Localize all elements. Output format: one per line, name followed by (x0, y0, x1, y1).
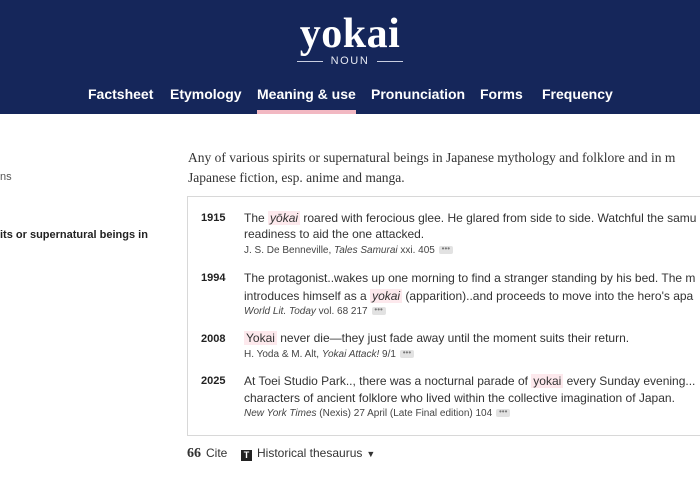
quotation-text: Yokai never die—they just fade away unti… (244, 330, 700, 346)
tab-etymology[interactable]: Etymology (170, 86, 242, 114)
definition-line-2: Japanese fiction, esp. anime and manga. (188, 170, 405, 185)
tab-frequency[interactable]: Frequency (542, 86, 613, 114)
headword-highlight: yokai (370, 289, 403, 303)
quotation-text-part: introduces himself as a (244, 289, 371, 303)
quote-icon: 66 (187, 446, 201, 461)
quotation-source: J. S. De Benneville, Tales Samurai xxi. … (244, 245, 453, 256)
quotation-text-part: At Toei Studio Park.., there was a noctu… (244, 374, 532, 388)
more-options-button[interactable]: ••• (371, 306, 386, 316)
source-location: vol. 68 217 (315, 306, 368, 317)
chevron-down-icon: ▼ (366, 449, 376, 459)
quotation-text-line-2: introduces himself as a yokai (apparitio… (244, 288, 700, 304)
quotation-source: New York Times (Nexis) 27 April (Late Fi… (244, 408, 511, 419)
quotation-source: World Lit. Today vol. 68 217 ••• (244, 306, 386, 317)
tab-pronunciation[interactable]: Pronunciation (371, 86, 465, 114)
quotation-text-part: never die—they just fade away until the … (276, 331, 630, 345)
cite-label: Cite (206, 446, 228, 460)
sidebar-sense-item[interactable]: its or supernatural beings in (0, 229, 148, 241)
section-tabs: Factsheet Etymology Meaning & use Pronun… (0, 86, 700, 114)
definition-line-1: Any of various spirits or supernatural b… (188, 150, 676, 165)
sense-definition: Any of various spirits or supernatural b… (188, 148, 700, 188)
quotation-year: 1915 (201, 212, 226, 224)
quotation-year: 2025 (201, 375, 226, 387)
quotation-text-part: The (244, 211, 269, 225)
quotation-text-line-2: readiness to aid the one attacked. (244, 227, 425, 241)
headword-highlight: yōkai (268, 211, 301, 225)
headword-title: yokai (299, 11, 401, 57)
quotation-text-line-2: characters of ancient folklore who lived… (244, 391, 675, 405)
sidebar-link[interactable]: ns (0, 171, 12, 183)
divider-right (377, 60, 404, 62)
quotation-source: H. Yoda & M. Alt, Yokai Attack! 9/1 ••• (244, 349, 414, 360)
more-options-button[interactable]: ••• (399, 349, 414, 359)
tab-factsheet[interactable]: Factsheet (88, 86, 153, 114)
quotation-text: At Toei Studio Park.., there was a noctu… (244, 373, 700, 389)
tab-meaning-and-use[interactable]: Meaning & use (257, 86, 356, 114)
source-location: 9/1 (379, 349, 396, 360)
source-location: (Nexis) 27 April (Late Final edition) 10… (316, 408, 493, 419)
entry-header: yokai NOUN Factsheet Etymology Meaning &… (0, 0, 700, 114)
source-title: New York Times (244, 408, 317, 419)
source-author: H. Yoda & M. Alt, (244, 349, 322, 360)
quotation-text-part: every Sunday evening... (563, 374, 696, 388)
quotation-text-part: roared with ferocious glee. He glared fr… (300, 211, 697, 225)
part-of-speech-row: NOUN (0, 55, 700, 67)
quotation-year: 1994 (201, 272, 226, 284)
source-location: xxi. 405 (397, 245, 435, 256)
quotation-year: 2008 (201, 333, 226, 345)
part-of-speech-label: NOUN (330, 55, 370, 67)
thesaurus-icon: T (241, 450, 252, 461)
quotation-text: The protagonist..wakes up one morning to… (244, 271, 696, 285)
more-options-button[interactable]: ••• (438, 245, 453, 255)
divider-left (296, 60, 323, 62)
source-author: J. S. De Benneville, (244, 245, 335, 256)
quotation-text: The yōkai roared with ferocious glee. He… (244, 210, 700, 226)
historical-thesaurus-button[interactable]: T Historical thesaurus ▼ (241, 446, 375, 461)
headword-highlight: yokai (531, 374, 564, 388)
source-title: Tales Samurai (334, 245, 398, 256)
more-options-button[interactable]: ••• (496, 408, 511, 418)
sense-sidebar: ns its or supernatural beings in (0, 114, 175, 480)
headword-highlight: Yokai (244, 331, 277, 345)
source-title: Yokai Attack! (321, 349, 380, 360)
source-title: World Lit. Today (244, 306, 316, 317)
thesaurus-label: Historical thesaurus (257, 446, 363, 460)
quotation-text-part: (apparition)..and proceeds to move into … (402, 289, 694, 303)
tab-forms[interactable]: Forms (480, 86, 523, 114)
quotation-list: 1915 The yōkai roared with ferocious gle… (187, 196, 700, 436)
cite-button[interactable]: 66 Cite (187, 446, 227, 462)
